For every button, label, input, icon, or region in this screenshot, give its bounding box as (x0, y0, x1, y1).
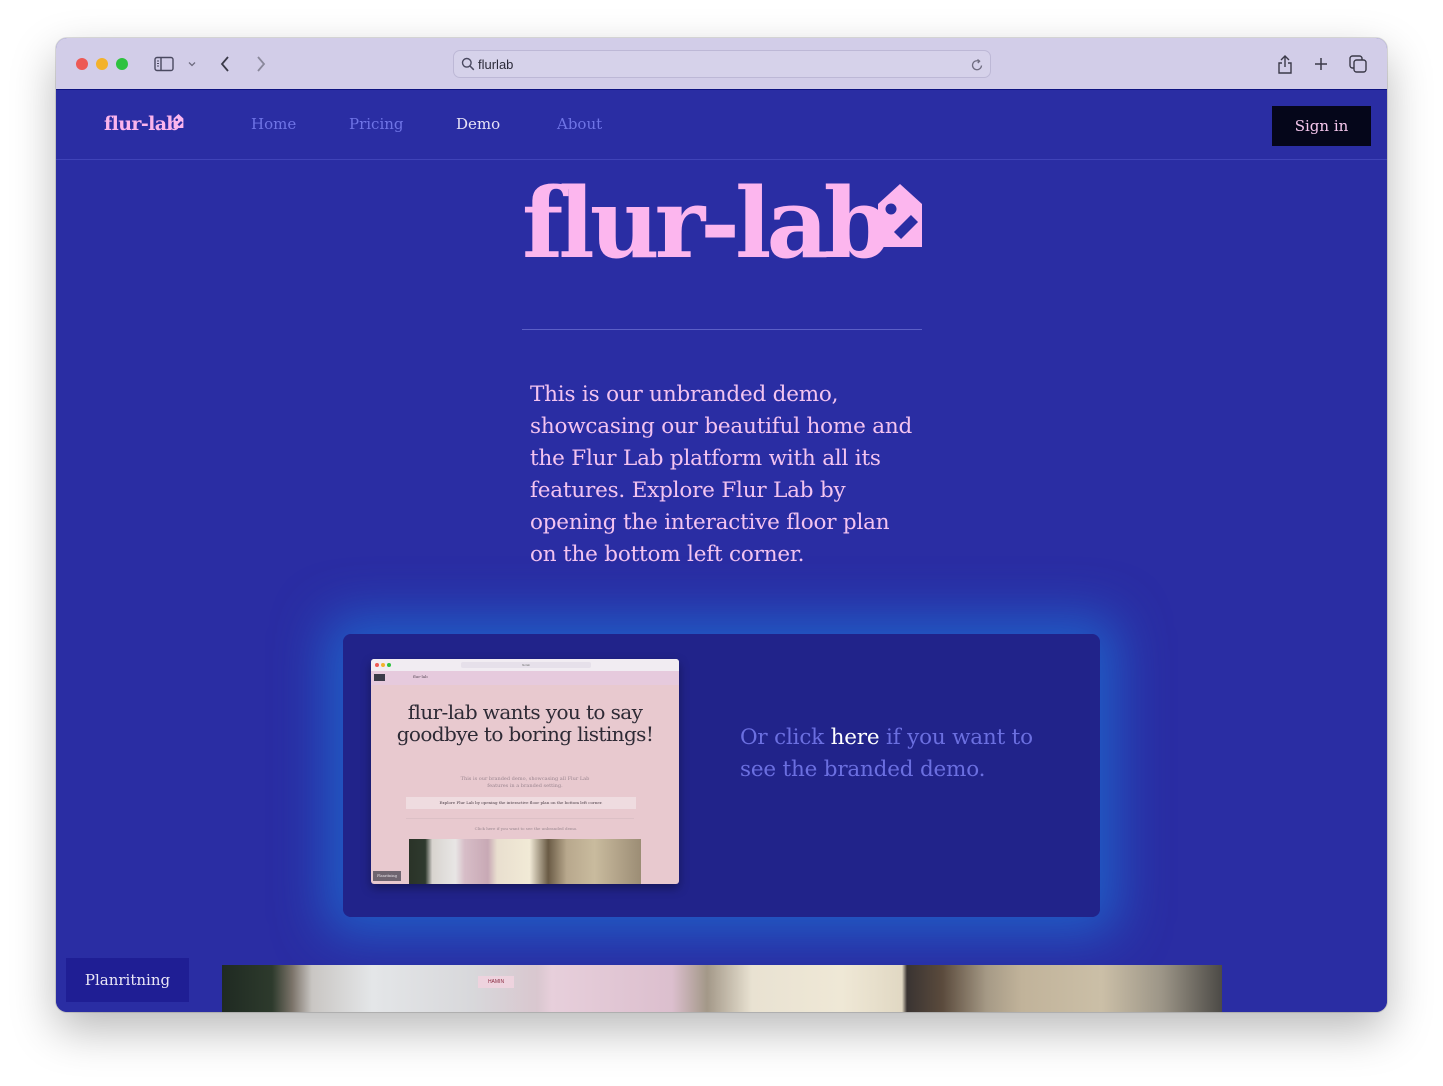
hero-title: flur-lab (522, 167, 891, 280)
chevron-left-icon (220, 56, 229, 72)
site-navbar: flur-lab Home Pricing Demo About Sign in (56, 91, 1387, 160)
forward-button[interactable] (250, 52, 272, 76)
preview-url: flurlab (461, 662, 591, 668)
home-photo-panorama[interactable]: HAMIN (222, 965, 1222, 1012)
reload-icon[interactable] (970, 57, 984, 71)
preview-subtitle: This is our branded demo, showcasing all… (460, 776, 590, 789)
sidebar-toggle-button[interactable] (152, 52, 176, 76)
preview-click-note: Click here if you want to see the unbran… (474, 826, 578, 831)
nav-link-home[interactable]: Home (251, 115, 296, 133)
preview-dot-green (387, 663, 391, 667)
site-logo[interactable]: flur-lab (104, 113, 180, 135)
chevron-down-icon (188, 62, 196, 67)
browser-toolbar: flurlab (56, 38, 1387, 90)
nav-link-demo[interactable]: Demo (456, 115, 500, 133)
nav-link-pricing[interactable]: Pricing (349, 115, 404, 133)
house-tag-icon (878, 184, 922, 247)
close-window-button[interactable] (76, 58, 88, 70)
branded-demo-text: Or click here if you want to see the bra… (740, 722, 1060, 786)
preview-photo (409, 839, 641, 884)
share-button[interactable] (1274, 52, 1296, 76)
address-bar[interactable]: flurlab (453, 50, 991, 78)
preview-divider (406, 818, 634, 819)
tabs-icon (1349, 55, 1367, 73)
branded-demo-preview[interactable]: flurlab flur-lab flur-lab wants you to s… (371, 659, 679, 884)
branded-demo-link[interactable]: here (831, 725, 880, 750)
preview-nav-text: flur-lab (413, 674, 428, 679)
preview-dot-yellow (381, 663, 385, 667)
address-text: flurlab (478, 56, 514, 72)
tab-overview-button[interactable] (1346, 52, 1370, 76)
sign-in-button[interactable]: Sign in (1272, 106, 1371, 146)
web-page: flur-lab Home Pricing Demo About Sign in… (56, 91, 1387, 1012)
preview-explore-note: Explore Flur Lab by opening the interact… (406, 797, 636, 809)
search-icon (461, 57, 475, 71)
chevron-right-icon (257, 56, 266, 72)
preview-dot-red (375, 663, 379, 667)
branded-demo-card: flurlab flur-lab flur-lab wants you to s… (343, 634, 1100, 917)
hero-divider (522, 329, 922, 330)
preview-headline: flur-lab wants you to say goodbye to bor… (396, 700, 654, 746)
back-button[interactable] (214, 52, 236, 76)
nav-link-about[interactable]: About (557, 115, 602, 133)
sidebar-icon (154, 56, 174, 72)
preview-logo (374, 674, 385, 681)
preview-navbar: flur-lab (371, 671, 679, 685)
intro-text: This is our unbranded demo, showcasing o… (530, 382, 913, 567)
minimize-window-button[interactable] (96, 58, 108, 70)
floor-plan-button[interactable]: Planritning (66, 958, 189, 1002)
plus-icon (1315, 58, 1327, 70)
share-icon (1278, 55, 1292, 74)
new-tab-button[interactable] (1310, 52, 1332, 76)
photo-sign: HAMIN (478, 976, 514, 988)
sidebar-menu-button[interactable] (184, 52, 200, 76)
logo-tag-icon (173, 114, 184, 128)
preview-plan-button: Planritning (373, 871, 401, 881)
browser-window: flurlab flur-lab Home Pricing Demo About… (56, 38, 1387, 1012)
maximize-window-button[interactable] (116, 58, 128, 70)
card-text-before: Or click (740, 725, 831, 750)
preview-browser-bar: flurlab (371, 659, 679, 671)
